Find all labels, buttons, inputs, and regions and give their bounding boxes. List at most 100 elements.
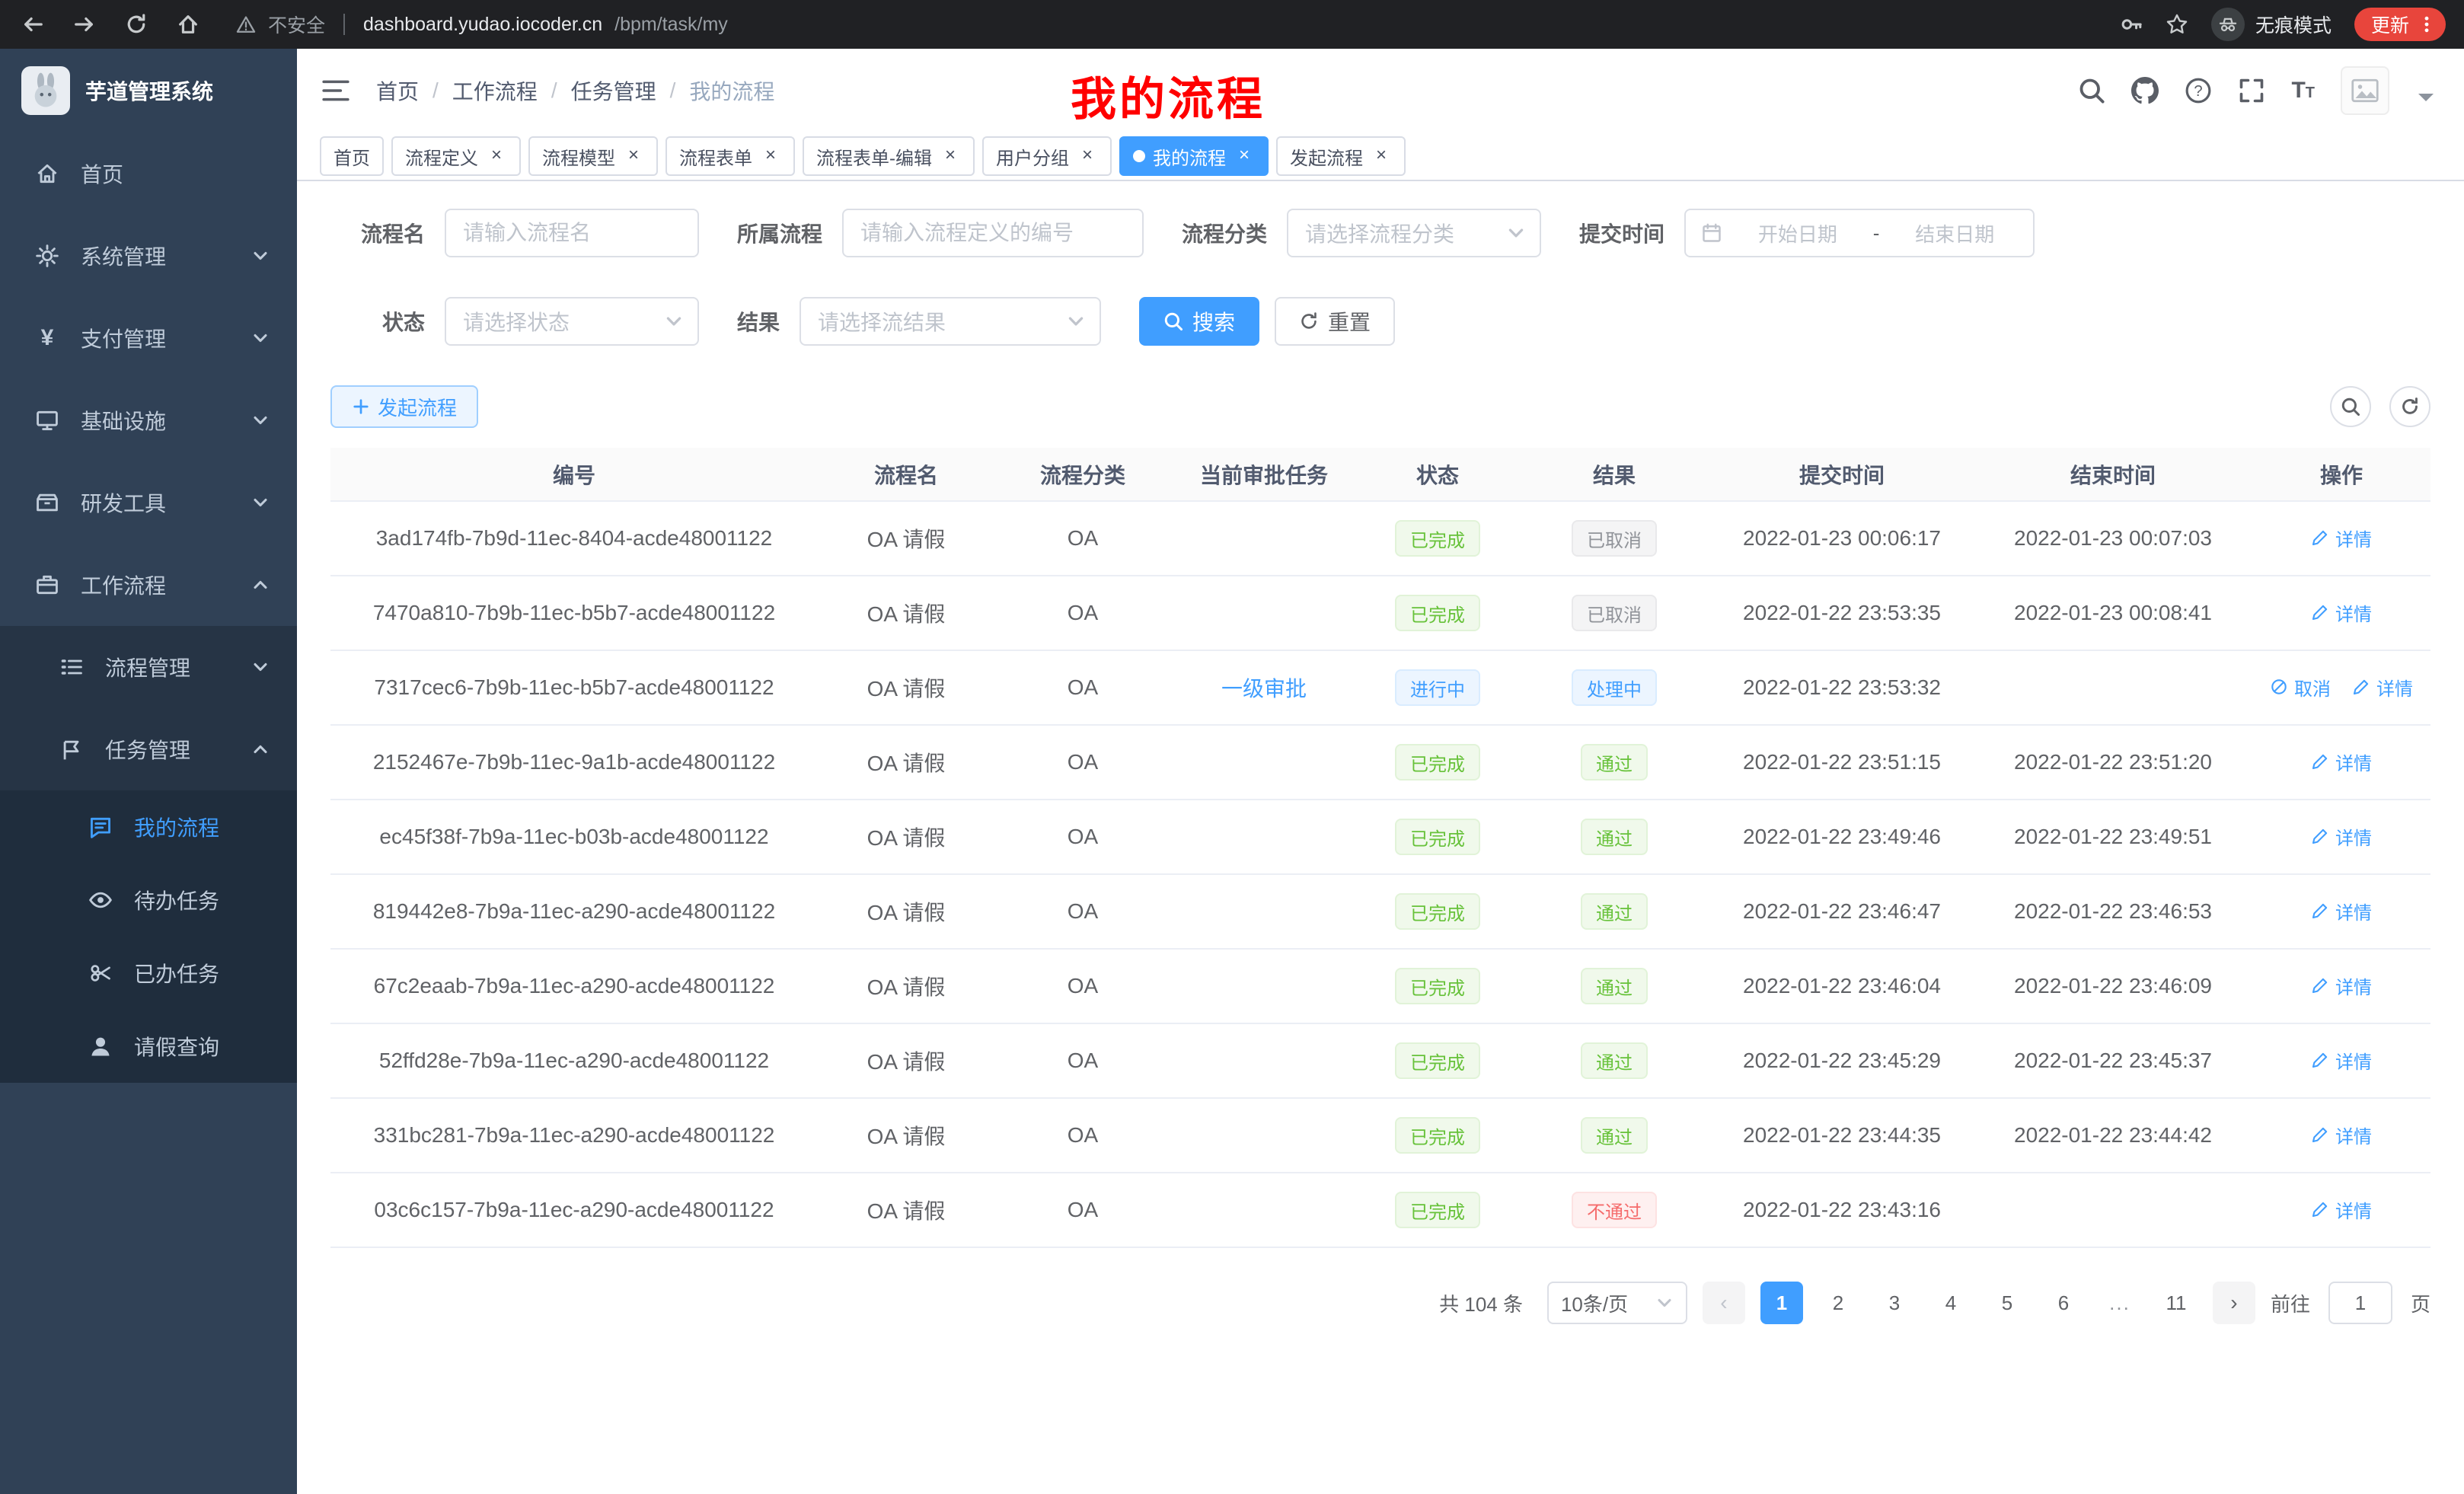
cell-end-time [1974, 1173, 2252, 1247]
search-button[interactable]: 搜索 [1139, 297, 1259, 346]
browser-back-icon[interactable] [21, 13, 44, 36]
sidebar-item-基础设施[interactable]: 基础设施 [0, 379, 297, 461]
browser-home-icon[interactable] [177, 13, 199, 36]
name-input[interactable] [445, 209, 699, 257]
browser-forward-icon[interactable] [73, 13, 96, 36]
pagination-more[interactable]: ... [2099, 1282, 2141, 1324]
sidebar-item-工作流程[interactable]: 工作流程 [0, 544, 297, 626]
tab-流程表单[interactable]: 流程表单 × [665, 136, 795, 176]
result-tag: 通过 [1581, 893, 1648, 930]
fullscreen-icon[interactable] [2238, 77, 2265, 104]
tab-流程模型[interactable]: 流程模型 × [528, 136, 658, 176]
result-select[interactable]: 请选择流结果 [800, 297, 1101, 346]
sidebar-item-首页[interactable]: 首页 [0, 132, 297, 215]
pagination-page-11[interactable]: 11 [2155, 1282, 2197, 1324]
avatar[interactable] [2341, 66, 2389, 115]
pagination-prev-button[interactable]: ‹ [1703, 1282, 1745, 1324]
close-icon[interactable]: × [1077, 145, 1098, 167]
status-tag: 进行中 [1395, 669, 1480, 706]
key-icon[interactable] [2120, 13, 2143, 36]
tab-流程表单-编辑[interactable]: 流程表单-编辑× [803, 136, 975, 176]
pagination-page-1[interactable]: 1 [1760, 1282, 1803, 1324]
breadcrumb-item[interactable]: 首页 [376, 75, 419, 106]
tab-我的流程[interactable]: 我的流程× [1119, 136, 1269, 176]
tab-label: 流程表单 [679, 143, 752, 170]
detail-action-link[interactable]: 详情 [2311, 599, 2372, 626]
pagination-page-4[interactable]: 4 [1929, 1282, 1972, 1324]
avatar-caret-icon[interactable] [2418, 94, 2434, 109]
sidebar-item-请假查询[interactable]: 请假查询 [0, 1010, 297, 1083]
detail-action-link[interactable]: 详情 [2311, 1047, 2372, 1074]
sidebar-item-流程管理[interactable]: 流程管理 [0, 626, 297, 708]
table-row: ec45f38f-7b9a-11ec-b03b-acde48001122OA 请… [330, 800, 2430, 874]
pagination-page-2[interactable]: 2 [1817, 1282, 1859, 1324]
close-icon[interactable]: × [1371, 145, 1392, 167]
pagination-total: 共 104 条 [1439, 1289, 1523, 1317]
close-icon[interactable]: × [760, 145, 781, 167]
sidebar-item-label: 我的流程 [134, 812, 219, 842]
detail-action-link[interactable]: 详情 [2311, 972, 2372, 999]
sidebar-item-支付管理[interactable]: ¥支付管理 [0, 297, 297, 379]
sidebar-item-任务管理[interactable]: 任务管理 [0, 708, 297, 790]
tab-发起流程[interactable]: 发起流程× [1276, 136, 1406, 176]
pagination-next-button[interactable]: › [2213, 1282, 2255, 1324]
refresh-table-button[interactable] [2389, 386, 2430, 427]
sidebar-logo[interactable]: 芋道管理系统 [0, 49, 297, 132]
detail-action-link[interactable]: 详情 [2311, 1122, 2372, 1148]
detail-action-link[interactable]: 详情 [2311, 749, 2372, 775]
edit-icon [2311, 752, 2329, 771]
sidebar-item-待办任务[interactable]: 待办任务 [0, 864, 297, 937]
status-select[interactable]: 请选择状态 [445, 297, 699, 346]
browser-update-button[interactable]: 更新 [2354, 8, 2446, 41]
goto-page-input[interactable] [2328, 1282, 2392, 1324]
help-icon[interactable]: ? [2185, 77, 2212, 104]
address-bar[interactable]: 不安全 dashboard.yudao.iocoder.cn/bpm/task/… [236, 11, 728, 38]
sidebar-item-label: 待办任务 [134, 885, 219, 915]
security-label[interactable]: 不安全 [268, 11, 325, 38]
close-icon[interactable]: × [486, 145, 507, 167]
sidebar-item-研发工具[interactable]: 研发工具 [0, 461, 297, 544]
tab-label: 流程模型 [542, 143, 615, 170]
search-icon[interactable] [2078, 77, 2105, 104]
hamburger-icon[interactable] [321, 76, 350, 105]
toggle-search-button[interactable] [2330, 386, 2371, 427]
browser-chrome: 不安全 dashboard.yudao.iocoder.cn/bpm/task/… [0, 0, 2464, 49]
detail-action-link[interactable]: 详情 [2311, 1196, 2372, 1223]
close-icon[interactable]: × [1234, 145, 1255, 167]
tab-流程定义[interactable]: 流程定义× [391, 136, 521, 176]
cell-end-time [1974, 650, 2252, 725]
cancel-action-link[interactable]: 取消 [2270, 674, 2331, 701]
cell-submit-time: 2022-01-22 23:51:15 [1710, 725, 1974, 800]
create-process-button[interactable]: 发起流程 [330, 385, 478, 428]
detail-action-link[interactable]: 详情 [2352, 674, 2413, 701]
detail-action-link[interactable]: 详情 [2311, 525, 2372, 551]
edit-icon [2311, 1051, 2329, 1069]
sidebar-item-我的流程[interactable]: 我的流程 [0, 790, 297, 864]
page-size-select[interactable]: 10条/页 [1547, 1282, 1687, 1324]
tab-用户分组[interactable]: 用户分组× [982, 136, 1112, 176]
tab-首页[interactable]: 首页 [320, 136, 384, 176]
bookmark-star-icon[interactable] [2166, 13, 2188, 36]
close-icon[interactable]: × [623, 145, 644, 167]
close-icon[interactable]: × [940, 145, 961, 167]
github-icon[interactable] [2131, 77, 2159, 104]
pagination-page-3[interactable]: 3 [1873, 1282, 1916, 1324]
definition-input[interactable] [842, 209, 1144, 257]
sidebar-item-已办任务[interactable]: 已办任务 [0, 937, 297, 1010]
detail-action-link[interactable]: 详情 [2311, 823, 2372, 850]
cell-category: OA [994, 874, 1171, 949]
pagination-page-6[interactable]: 6 [2042, 1282, 2085, 1324]
sidebar-item-系统管理[interactable]: 系统管理 [0, 215, 297, 297]
reset-button[interactable]: 重置 [1275, 297, 1395, 346]
kebab-menu-icon[interactable] [2417, 14, 2437, 34]
category-select[interactable]: 请选择流程分类 [1287, 209, 1541, 257]
breadcrumb-item[interactable]: 工作流程 [452, 75, 538, 106]
date-range-picker[interactable]: 开始日期 - 结束日期 [1684, 209, 2035, 257]
pagination-page-5[interactable]: 5 [1986, 1282, 2028, 1324]
task-link[interactable]: 一级审批 [1221, 677, 1307, 701]
home-icon [35, 161, 59, 186]
font-size-icon[interactable]: TT [2291, 79, 2315, 102]
browser-reload-icon[interactable] [125, 13, 148, 36]
breadcrumb-item[interactable]: 任务管理 [571, 75, 656, 106]
detail-action-link[interactable]: 详情 [2311, 898, 2372, 924]
